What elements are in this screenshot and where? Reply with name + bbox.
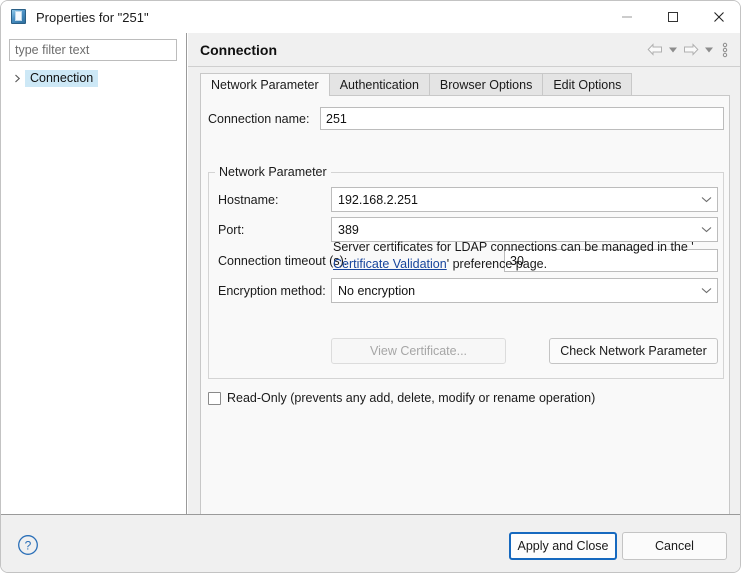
chevron-down-icon[interactable]: [695, 218, 717, 241]
apply-and-close-button[interactable]: Apply and Close: [509, 532, 617, 560]
settings-tree: Connection: [1, 68, 187, 88]
certificate-note-prefix: Server certificates for LDAP connections…: [333, 240, 694, 254]
certificate-note: Server certificates for LDAP connections…: [333, 239, 718, 273]
tab-browser-options[interactable]: Browser Options: [428, 73, 544, 96]
view-menu-icon[interactable]: [716, 40, 734, 60]
window-title: Properties for "251": [36, 9, 149, 25]
filter-input[interactable]: [9, 39, 177, 61]
read-only-label: Read-Only (prevents any add, delete, mod…: [227, 391, 596, 405]
read-only-row[interactable]: Read-Only (prevents any add, delete, mod…: [208, 391, 595, 405]
settings-tree-panel: Connection: [1, 33, 187, 514]
chevron-down-icon[interactable]: [695, 279, 717, 302]
encryption-method-label: Encryption method:: [218, 284, 326, 298]
encryption-method-value: No encryption: [338, 283, 416, 298]
minimize-button[interactable]: [604, 1, 650, 33]
preference-page: Connection Network Parameter Authenticat…: [188, 33, 740, 541]
check-network-parameter-button[interactable]: Check Network Parameter: [549, 338, 718, 364]
hostname-value: 192.168.2.251: [338, 192, 418, 207]
read-only-checkbox[interactable]: [208, 391, 221, 405]
chevron-right-icon[interactable]: [9, 70, 25, 86]
connection-name-input[interactable]: [320, 107, 724, 130]
port-value: 389: [338, 222, 359, 237]
chevron-down-icon[interactable]: [695, 188, 717, 211]
back-dropdown-icon[interactable]: [666, 40, 680, 60]
hostname-combo[interactable]: 192.168.2.251: [331, 187, 718, 212]
ldap-connection-icon: [10, 8, 28, 26]
hostname-label: Hostname:: [218, 193, 279, 207]
svg-text:?: ?: [25, 539, 32, 553]
port-label: Port:: [218, 223, 245, 237]
sidebar-item-label: Connection: [25, 69, 99, 87]
dialog-button-bar: ? Apply and Close Cancel: [1, 514, 740, 572]
title-bar: Properties for "251": [1, 1, 740, 33]
help-icon[interactable]: ?: [17, 534, 39, 556]
certificate-note-suffix: ' preference page.: [446, 257, 548, 271]
tab-edit-options[interactable]: Edit Options: [542, 73, 633, 96]
cancel-button[interactable]: Cancel: [622, 532, 727, 560]
encryption-method-combo[interactable]: No encryption: [331, 278, 718, 303]
tab-authentication[interactable]: Authentication: [328, 73, 430, 96]
tab-panel-network-parameter: Connection name: Network Parameter Hostn…: [200, 95, 730, 541]
sidebar-item-connection[interactable]: Connection: [1, 68, 187, 88]
page-header: Connection: [188, 33, 740, 67]
forward-arrow-icon[interactable]: [680, 40, 702, 60]
close-button[interactable]: [696, 1, 740, 33]
tab-bar: Network Parameter Authentication Browser…: [200, 73, 730, 96]
network-parameter-group-legend: Network Parameter: [215, 165, 331, 179]
page-header-tools: [644, 40, 734, 60]
tab-network-parameter[interactable]: Network Parameter: [200, 73, 330, 96]
certificate-validation-link[interactable]: Certificate Validation: [333, 257, 447, 271]
connection-timeout-label: Connection timeout (s):: [218, 254, 348, 268]
properties-dialog: Properties for "251" Connection Connecti…: [0, 0, 741, 573]
page-title: Connection: [200, 41, 277, 58]
forward-dropdown-icon[interactable]: [702, 40, 716, 60]
back-arrow-icon[interactable]: [644, 40, 666, 60]
maximize-button[interactable]: [650, 1, 696, 33]
view-certificate-button[interactable]: View Certificate...: [331, 338, 506, 364]
connection-name-label: Connection name:: [208, 112, 310, 126]
